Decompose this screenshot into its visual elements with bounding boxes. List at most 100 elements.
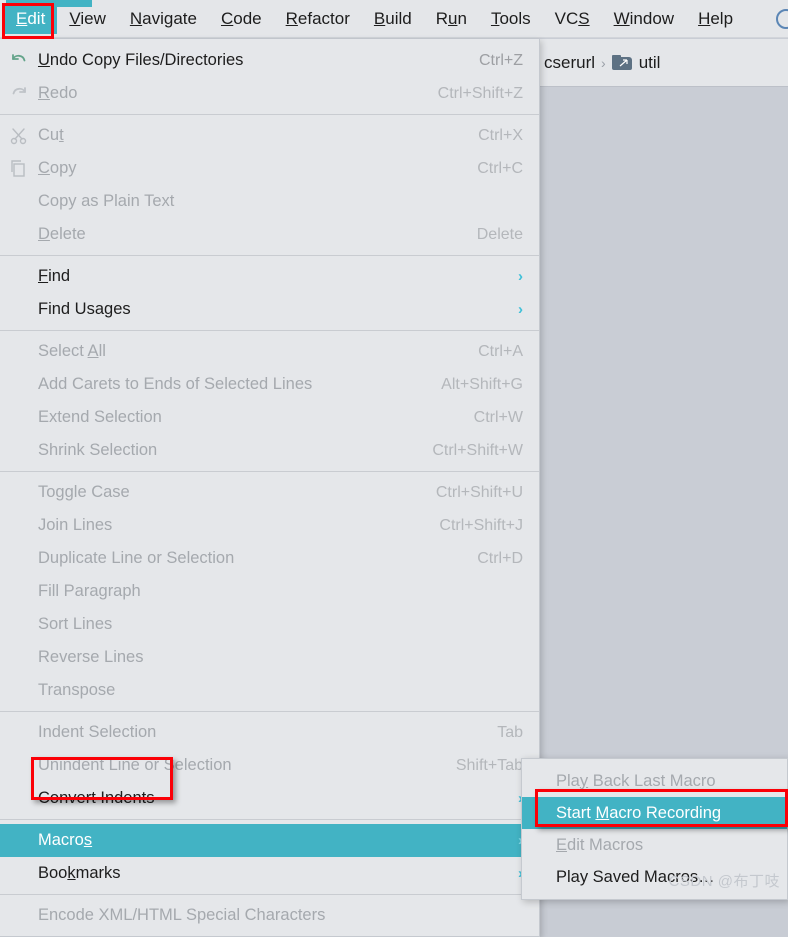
menu-item-shortcut: Ctrl+X (478, 126, 523, 144)
menu-item-extend-selection: Extend Selection Ctrl+W (0, 401, 539, 434)
menu-item-label: Duplicate Line or Selection (38, 549, 235, 567)
menu-item-label: Redo (38, 84, 78, 102)
menu-item-toggle-case: Toggle Case Ctrl+Shift+U (0, 476, 539, 509)
menu-item-label: Join Lines (38, 516, 113, 534)
menu-item-label: Convert Indents (38, 789, 155, 807)
menu-item-shortcut: Ctrl+Shift+U (435, 483, 523, 501)
menu-item-convert-indents[interactable]: Convert Indents› (0, 782, 539, 815)
copy-icon (11, 159, 25, 177)
folder-icon (611, 55, 632, 70)
menu-item-label: Reverse Lines (38, 648, 144, 666)
search-circle-icon[interactable] (776, 9, 788, 29)
menu-item-shortcut: Ctrl+D (477, 549, 523, 567)
menu-item-fill-paragraph: Fill Paragraph (0, 575, 539, 608)
menu-item-label: Find (38, 267, 71, 285)
menubar-item-tools[interactable]: Tools (479, 4, 543, 34)
active-window-sliver (6, 0, 92, 7)
menu-item-label: Undo Copy Files/Directories (38, 51, 244, 69)
menu-item-label: Copy as Plain Text (38, 192, 175, 210)
menu-item-shortcut: Alt+Shift+G (441, 375, 523, 393)
breadcrumb: cserurl › util (540, 39, 788, 87)
menu-item-shortcut: Ctrl+W (473, 408, 523, 426)
menubar-item-window[interactable]: Window (602, 4, 686, 34)
menu-item-shortcut: Ctrl+Shift+Z (437, 84, 523, 102)
menubar-item-build[interactable]: Build (362, 4, 424, 34)
menu-item-label: Indent Selection (38, 723, 157, 741)
menu-item-encode-xml-html-special-characters: Encode XML/HTML Special Characters (0, 899, 539, 932)
menu-item-sort-lines: Sort Lines (0, 608, 539, 641)
menu-item-reverse-lines: Reverse Lines (0, 641, 539, 674)
menu-item-transpose: Transpose (0, 674, 539, 707)
undo-icon (8, 50, 30, 72)
chevron-right-icon: › (518, 301, 523, 318)
redo-icon (8, 83, 30, 105)
menu-item-label: Transpose (38, 681, 116, 699)
watermark: CSDN @布丁吱 (668, 873, 780, 890)
menu-separator (0, 255, 539, 256)
menu-item-duplicate-line-or-selection: Duplicate Line or Selection Ctrl+D (0, 542, 539, 575)
menu-item-delete: Delete Delete (0, 218, 539, 251)
menu-item-label: Unindent Line or Selection (38, 756, 232, 774)
menu-item-cut: Cut Ctrl+X (0, 119, 539, 152)
menu-item-find[interactable]: Find › (0, 260, 539, 293)
menu-item-label: Bookmarks (38, 864, 121, 882)
menu-item-add-carets-to-ends-of-selected-lines: Add Carets to Ends of Selected Lines Alt+… (0, 368, 539, 401)
menubar-item-vcs[interactable]: VCS (543, 4, 602, 34)
menu-separator (0, 330, 539, 331)
menu-item-shortcut: Ctrl+Shift+W (432, 441, 523, 459)
breadcrumb-item-cserurl[interactable]: cserurl (544, 53, 595, 73)
menu-item-undo-copy-files-directories[interactable]: Undo Copy Files/Directories Ctrl+Z (0, 44, 539, 77)
menu-item-start-macro-recording[interactable]: Start Macro Recording (522, 797, 787, 829)
menu-item-shortcut: Delete (476, 225, 523, 243)
menu-item-macros[interactable]: Macros› (0, 824, 539, 857)
menu-item-edit-macros: Edit Macros (522, 829, 787, 861)
menu-item-find-usages[interactable]: Find Usages › (0, 293, 539, 326)
menu-item-label: Find Usages (38, 300, 131, 318)
main-menu-bar: Edit View Navigate Code Refactor Build Run Tool… (0, 0, 788, 38)
menu-item-label: Delete (38, 225, 86, 243)
menu-item-label: Add Carets to Ends of Selected Lines (38, 375, 313, 393)
menu-item-copy: Copy Ctrl+C (0, 152, 539, 185)
menu-item-play-back-last-macro: Play Back Last Macro (522, 765, 787, 797)
menu-item-bookmarks[interactable]: Bookmarks› (0, 857, 539, 890)
menu-item-label: Toggle Case (38, 483, 130, 501)
menu-item-label: Sort Lines (38, 615, 113, 633)
menu-item-label: Play Back Last Macro (556, 771, 716, 790)
menu-item-shortcut: Tab (497, 723, 523, 741)
menu-separator (0, 711, 539, 712)
menu-item-shrink-selection: Shrink Selection Ctrl+Shift+W (0, 434, 539, 467)
menu-separator (0, 114, 539, 115)
menu-item-label: Extend Selection (38, 408, 162, 426)
scissors-icon (10, 127, 27, 144)
breadcrumb-item-util[interactable]: util (639, 53, 661, 73)
menu-item-shortcut: Ctrl+C (477, 159, 523, 177)
menubar-item-run[interactable]: Run (424, 4, 479, 34)
menu-item-copy-as-plain-text: Copy as Plain Text (0, 185, 539, 218)
menu-item-label: Shrink Selection (38, 441, 158, 459)
menu-separator (0, 819, 539, 820)
menu-item-label: Macros (38, 831, 93, 849)
menubar-item-edit[interactable]: Edit (4, 3, 58, 34)
redo-icon (12, 86, 26, 94)
copy-icon (8, 158, 30, 180)
menu-item-unindent-line-or-selection: Unindent Line or Selection Shift+Tab (0, 749, 539, 782)
menu-bar-items: Edit View Navigate Code Refactor Build Run Tool… (4, 3, 745, 34)
menu-item-shortcut: Shift+Tab (455, 756, 523, 774)
chevron-right-icon: › (518, 268, 523, 285)
menubar-item-help[interactable]: Help (686, 4, 745, 34)
menu-item-join-lines: Join Lines Ctrl+Shift+J (0, 509, 539, 542)
menubar-item-view[interactable]: View (57, 4, 118, 34)
menubar-item-navigate[interactable]: Navigate (118, 4, 209, 34)
menu-item-select-all: Select All Ctrl+A (0, 335, 539, 368)
folder-arrow-glyph (619, 59, 628, 67)
menu-item-shortcut: Ctrl+Z (479, 51, 523, 69)
menu-item-indent-selection: Indent Selection Tab (0, 716, 539, 749)
menu-item-label: Select All (38, 342, 106, 360)
menu-separator (0, 471, 539, 472)
edit-dropdown-menu: Undo Copy Files/Directories Ctrl+Z Redo Ctr… (0, 39, 540, 937)
menu-item-label: Edit Macros (556, 835, 644, 854)
menu-item-label: Cut (38, 126, 64, 144)
menubar-item-refactor[interactable]: Refactor (274, 4, 362, 34)
menubar-item-code[interactable]: Code (209, 4, 274, 34)
menu-item-label: Encode XML/HTML Special Characters (38, 906, 326, 924)
